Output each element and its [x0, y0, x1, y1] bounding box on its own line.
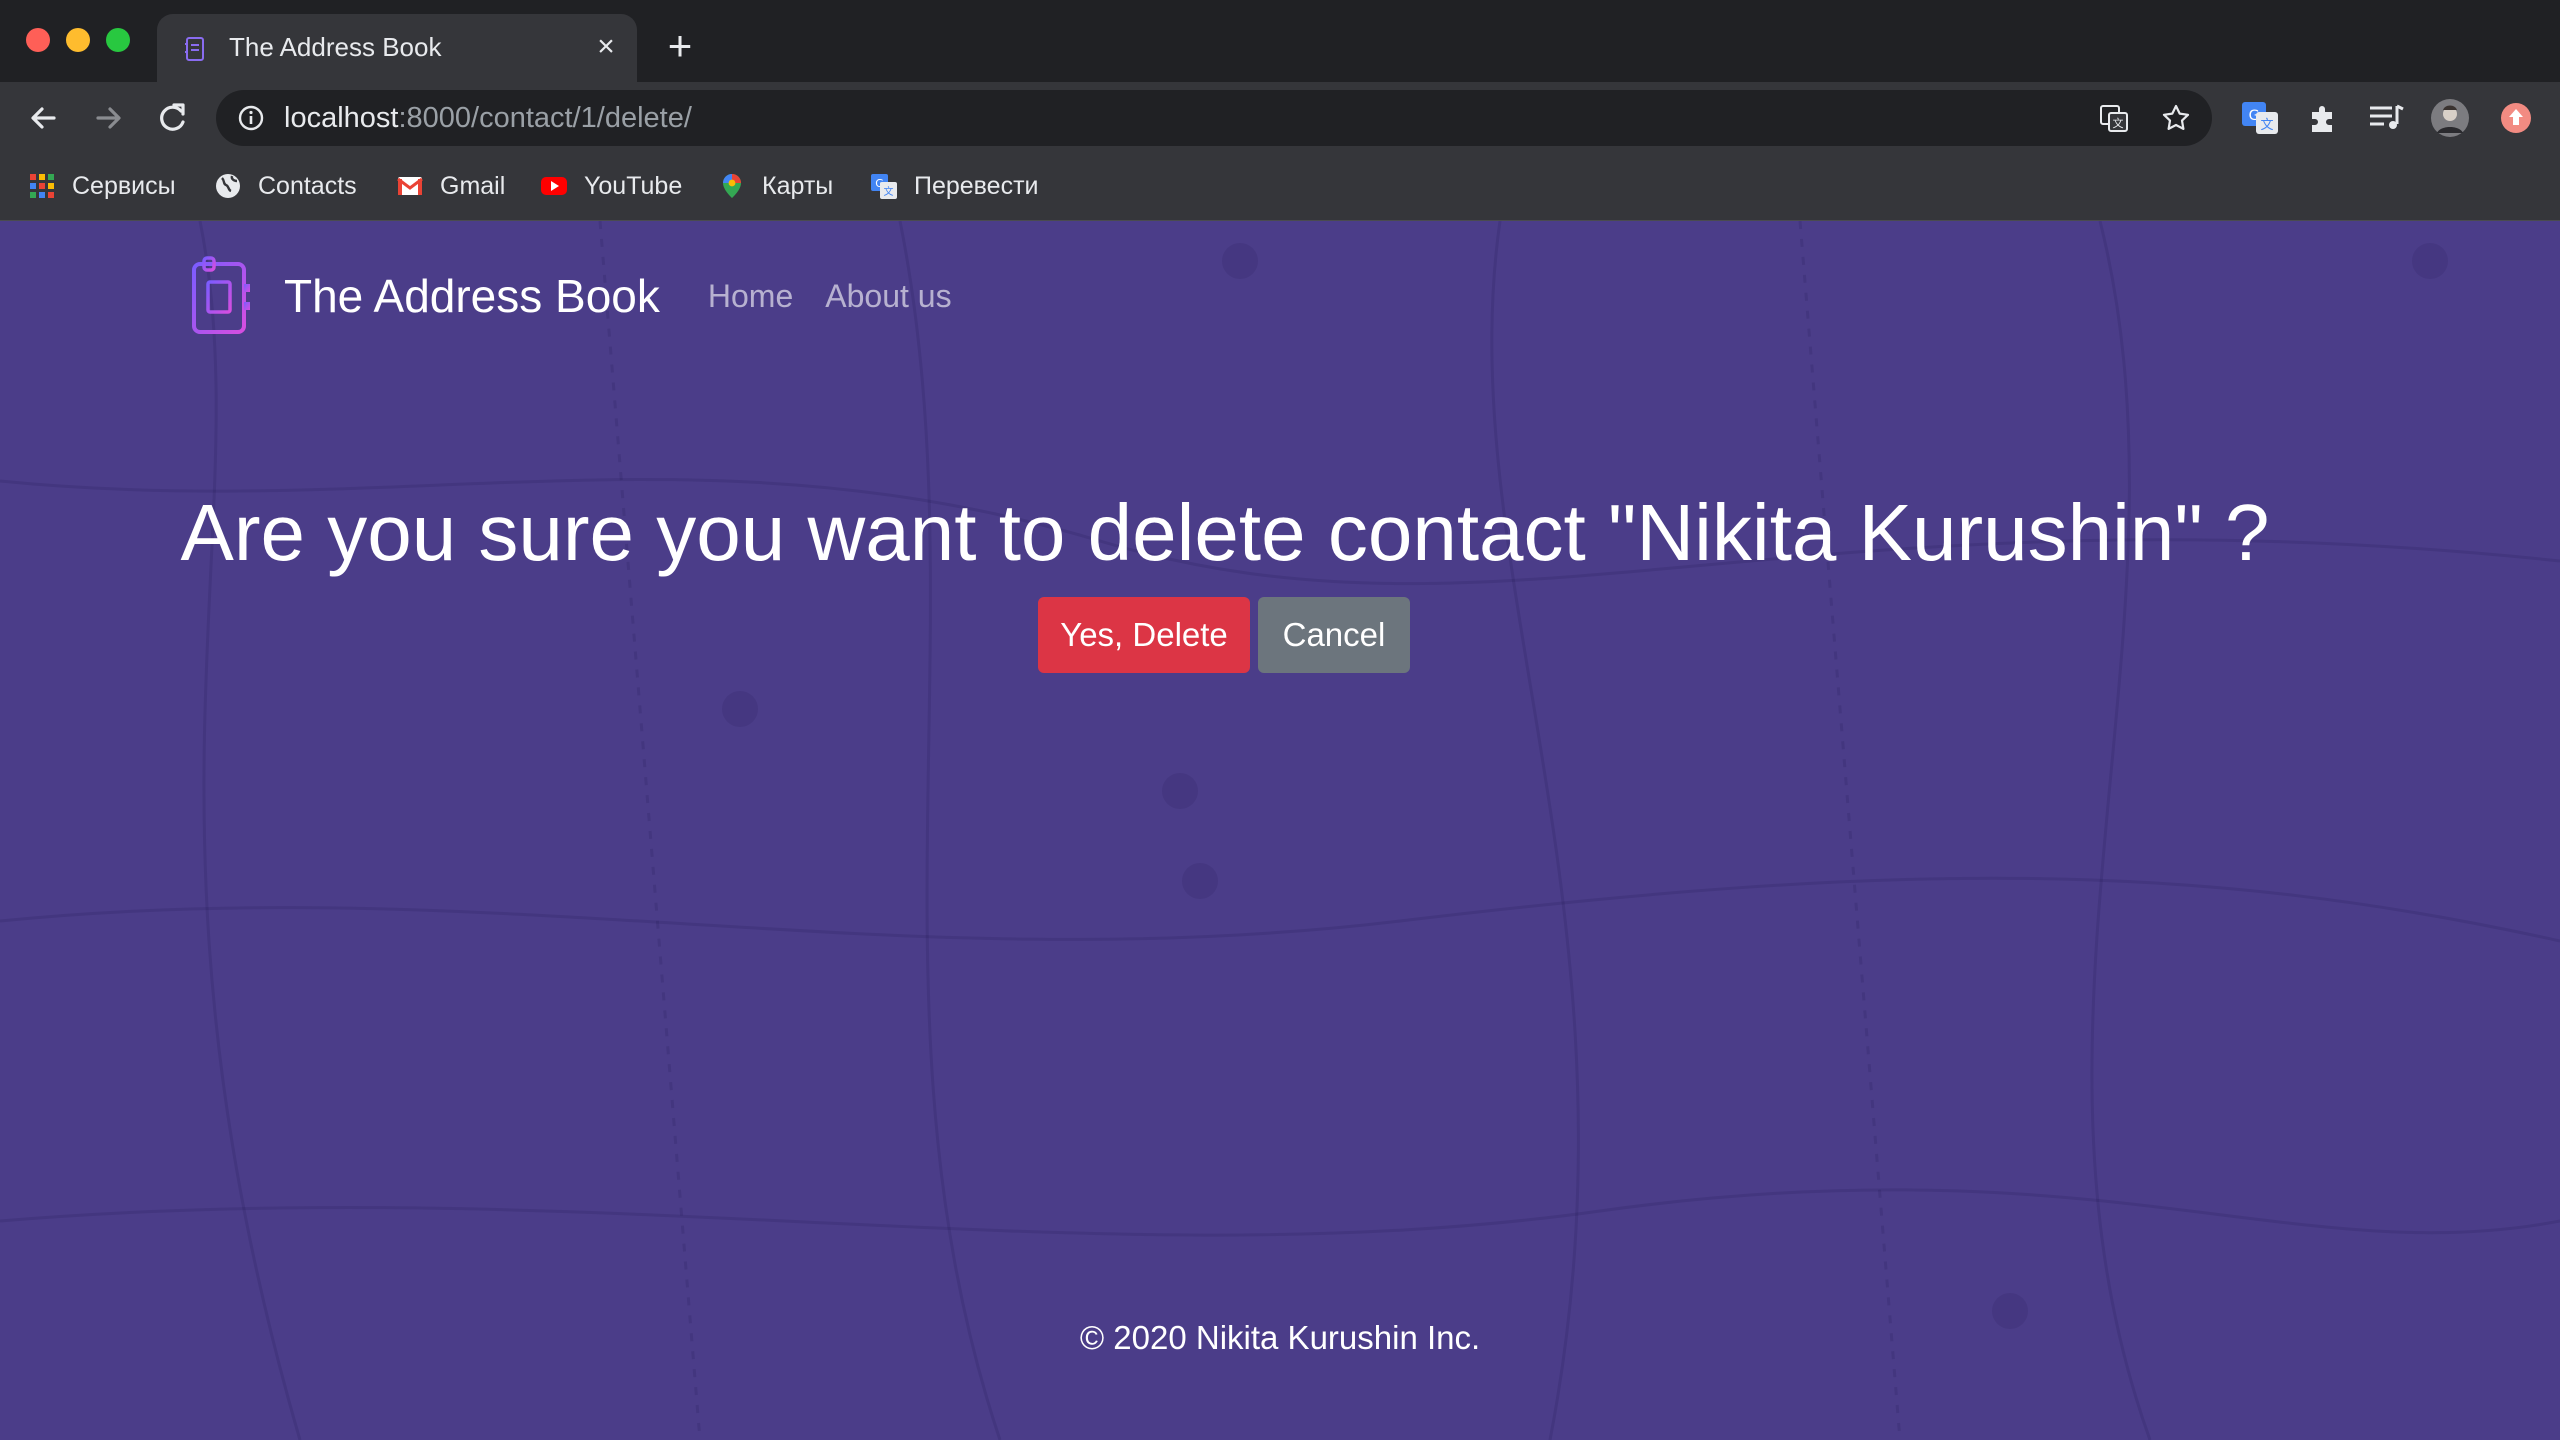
bookmark-label: Карты [762, 171, 834, 200]
web-page: The Address Book Home About us Are you s… [0, 221, 2560, 1440]
footer-copyright: © 2020 Nikita Kurushin Inc. [1079, 1319, 1481, 1356]
window-close-button[interactable] [26, 28, 50, 52]
bookmark-apps[interactable]: Сервисы [28, 168, 176, 204]
bookmark-contacts[interactable]: Contacts [214, 168, 357, 204]
translate-page-icon[interactable]: 文 [2098, 102, 2130, 134]
forward-arrow-icon[interactable] [86, 96, 130, 140]
tab-title: The Address Book [229, 32, 442, 62]
maps-pin-icon [723, 174, 741, 198]
google-translate-extension-icon[interactable]: G 文 [2240, 98, 2280, 138]
window-maximize-button[interactable] [106, 28, 130, 52]
svg-text:文: 文 [2260, 118, 2273, 133]
cancel-button[interactable]: Cancel [1258, 597, 1410, 673]
bookmark-label: Перевести [914, 171, 1039, 200]
address-book-logo-icon[interactable] [182, 254, 254, 338]
extensions-puzzle-icon[interactable] [2304, 98, 2344, 138]
bookmark-star-icon[interactable] [2160, 102, 2192, 134]
title-bar: The Address Book × + [0, 0, 2560, 82]
browser-window: The Address Book × + localhost:8000/cont… [0, 0, 2560, 1440]
site-info-icon[interactable] [238, 105, 264, 131]
bookmark-label: Сервисы [72, 171, 176, 200]
bookmark-maps[interactable]: Карты [718, 168, 833, 204]
browser-toolbar: localhost:8000/contact/1/delete/ 文 G 文 [0, 82, 2560, 154]
profile-avatar-icon[interactable] [2430, 98, 2470, 138]
url-text[interactable]: localhost:8000/contact/1/delete/ [284, 103, 692, 133]
nav-home-link[interactable]: Home [708, 278, 793, 315]
translate-icon: G 文 [871, 174, 897, 199]
site-navbar: The Address Book Home About us [182, 251, 984, 341]
svg-text:文: 文 [884, 185, 894, 198]
bookmark-label: Gmail [440, 171, 506, 200]
delete-confirmation-heading: Are you sure you want to delete contact … [180, 488, 2270, 577]
url-host: localhost [284, 102, 399, 134]
new-tab-button[interactable]: + [660, 25, 700, 68]
apps-grid-icon [30, 174, 54, 198]
nav-about-link[interactable]: About us [825, 278, 951, 315]
confirm-delete-button[interactable]: Yes, Delete [1038, 597, 1250, 673]
bookmarks-bar: Сервисы Contacts Gmail YouTube Карты G 文… [0, 154, 2560, 221]
youtube-icon [541, 177, 567, 195]
bookmark-label: Contacts [258, 171, 357, 200]
update-icon[interactable] [2496, 98, 2536, 138]
browser-tab[interactable]: The Address Book × [157, 14, 637, 82]
address-bar[interactable]: localhost:8000/contact/1/delete/ 文 [216, 90, 2212, 146]
globe-icon [216, 174, 240, 198]
bookmark-youtube[interactable]: YouTube [540, 168, 682, 204]
gmail-icon [397, 177, 423, 195]
bookmark-label: YouTube [584, 171, 683, 200]
back-arrow-icon[interactable] [22, 96, 66, 140]
reload-icon[interactable] [150, 96, 194, 140]
brand-title[interactable]: The Address Book [284, 269, 660, 323]
map-background [0, 221, 2560, 1440]
bookmark-gmail[interactable]: Gmail [396, 168, 505, 204]
svg-text:文: 文 [2113, 116, 2124, 130]
address-book-favicon-icon [185, 37, 204, 61]
media-queue-icon[interactable] [2366, 98, 2406, 138]
bookmark-translate[interactable]: G 文 Перевести [870, 168, 1039, 204]
window-minimize-button[interactable] [66, 28, 90, 52]
url-path: :8000/contact/1/delete/ [398, 102, 692, 134]
tab-close-icon[interactable]: × [589, 30, 623, 64]
